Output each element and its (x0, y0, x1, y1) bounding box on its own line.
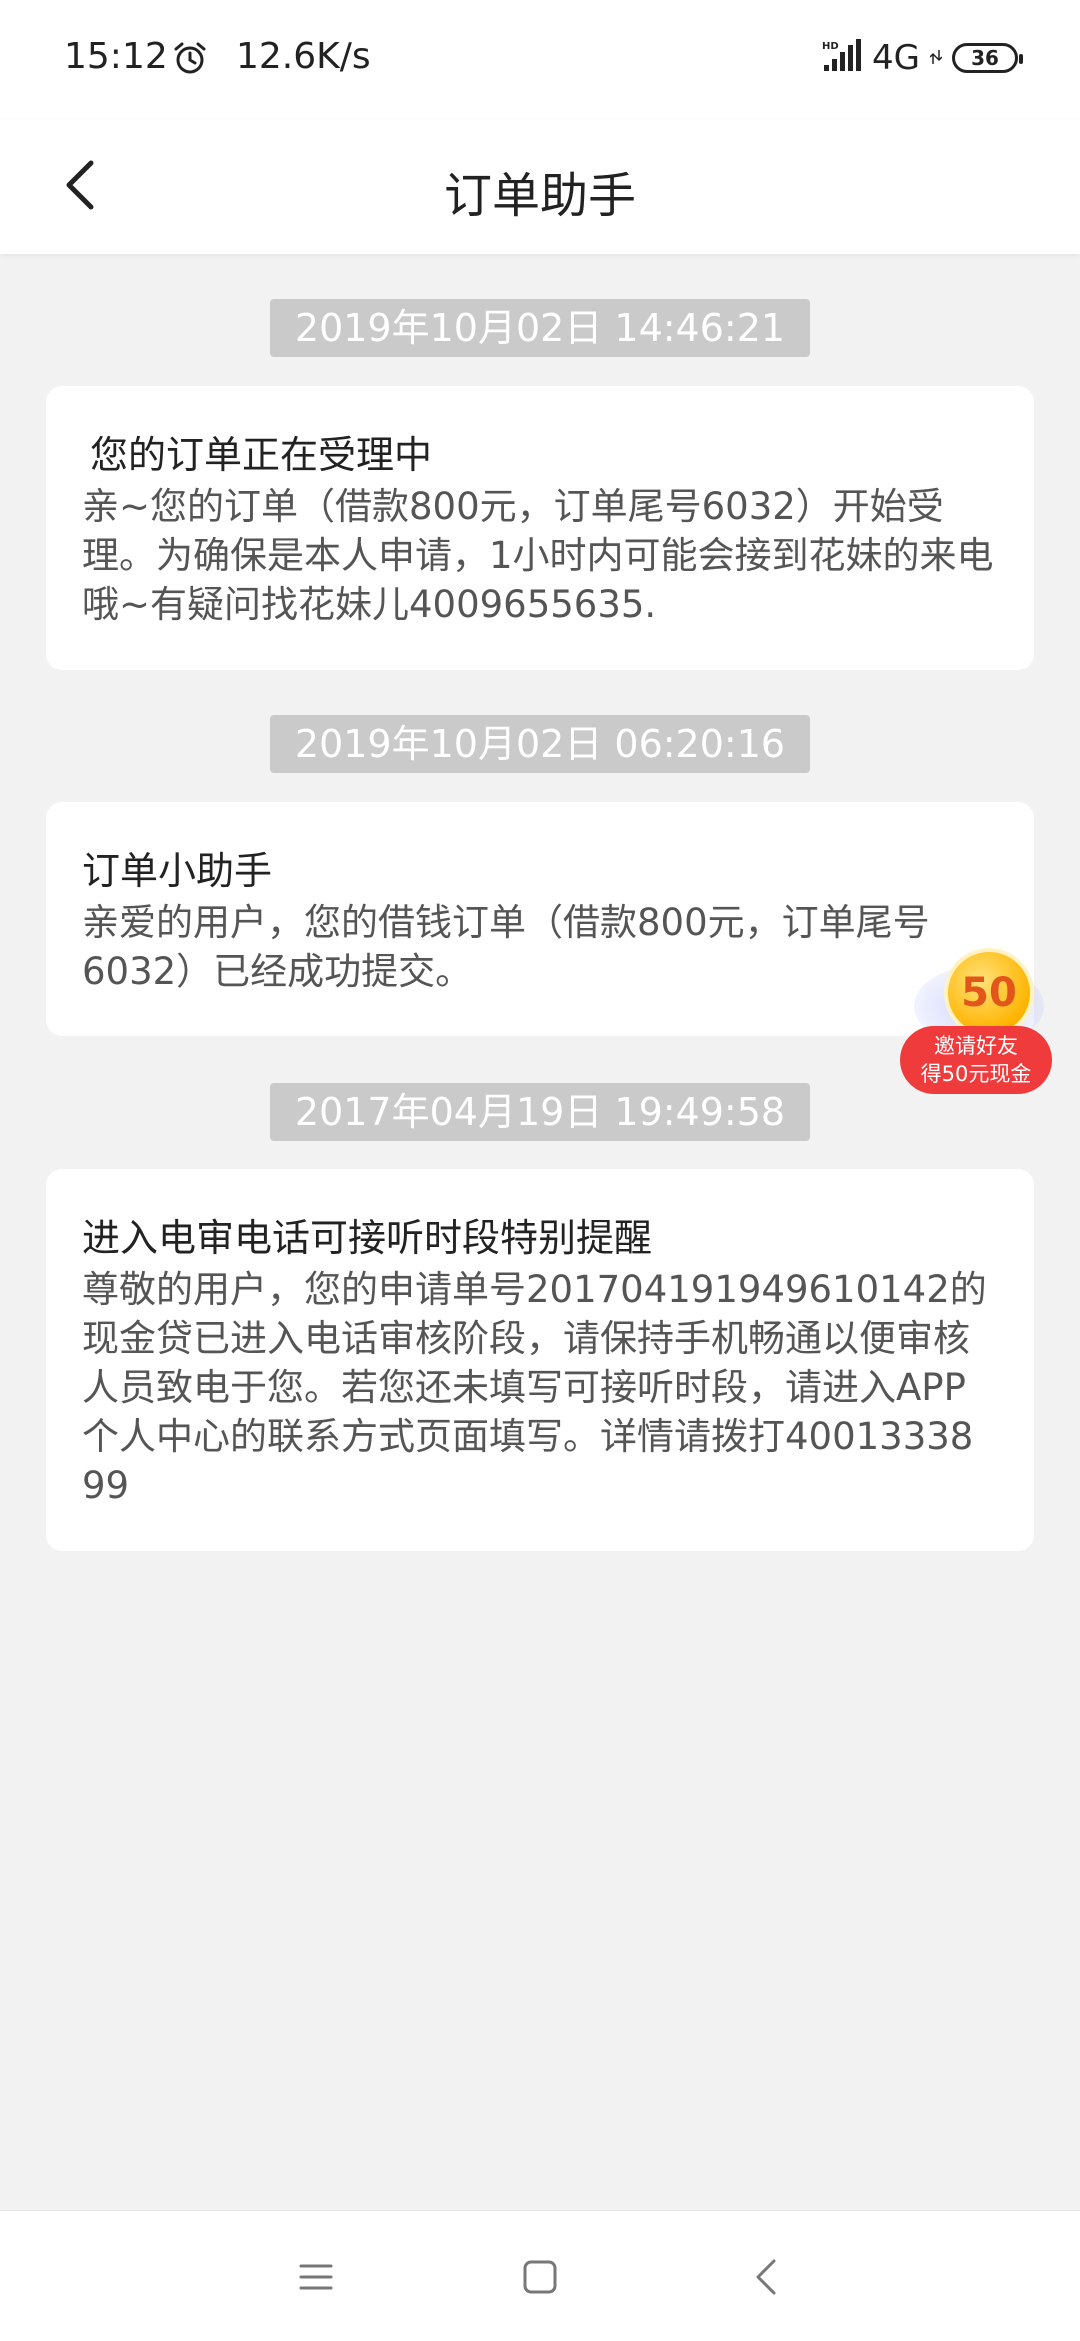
network-speed: 12.6K/s (236, 36, 371, 77)
invite-friend-badge[interactable]: 50 邀请好友 得50元现金 (900, 944, 1052, 1096)
status-time: 15:12 (64, 36, 168, 77)
svg-text:HD: HD (822, 41, 839, 52)
data-arrows-icon (929, 46, 943, 70)
status-right-group: HD 4G 36 (822, 38, 1023, 78)
invite-line-1: 邀请好友 (934, 1034, 1018, 1058)
status-bar: 15:12 12.6K/s HD 4G 36 (0, 0, 1080, 120)
coin-icon: 50 (944, 948, 1034, 1038)
home-button[interactable] (508, 2245, 572, 2309)
message-body: 尊敬的用户，您的申请单号20170419194961014​2的现金贷已进入电话… (82, 1268, 987, 1507)
message-body: 亲~您的订单（借款800元，订单尾号6032）开始受理。为确保是本人申请，1小时… (82, 485, 994, 626)
signal-icon: HD (822, 39, 862, 77)
message-card[interactable]: 您的订单正在受理中 亲~您的订单（借款800元，订单尾号6032）开始受理。为确… (46, 386, 1034, 670)
alarm-clock-icon (172, 40, 208, 76)
nav-back-icon (756, 2259, 776, 2295)
battery-icon: 36 (952, 43, 1023, 73)
menu-icon (299, 2264, 333, 2290)
message-timestamp: 2019年10月02日 14:46:21 (270, 299, 810, 357)
message-card[interactable]: 进入电审电话可接听时段特别提醒 尊敬的用户，您的申请单号201704191949… (46, 1169, 1034, 1551)
message-title: 您的订单正在受理中 (90, 433, 433, 477)
message-title: 进入电审电话可接听时段特别提醒 (82, 1216, 653, 1260)
network-type: 4G (872, 38, 920, 78)
invite-badge-label: 邀请好友 得50元现金 (900, 1026, 1052, 1094)
message-title: 订单小助手 (82, 849, 273, 893)
message-timestamp: 2017年04月19日 19:49:58 (270, 1083, 810, 1141)
message-card[interactable]: 订单小助手 亲爱的用户，您的借钱订单（借款800元，订单尾号6032）已经成功提… (46, 802, 1034, 1036)
home-square-icon (523, 2260, 557, 2294)
message-timestamp: 2019年10月02日 06:20:16 (270, 715, 810, 773)
app-header: 订单助手 (0, 120, 1080, 254)
page-title: 订单助手 (443, 168, 636, 224)
system-nav-bar (0, 2210, 1080, 2341)
message-body: 亲爱的用户，您的借钱订单（借款800元，订单尾号6032）已经成功提交。 (82, 901, 930, 993)
invite-line-2: 得50元现金 (920, 1062, 1032, 1086)
nav-back-button[interactable] (734, 2245, 798, 2309)
menu-button[interactable] (284, 2245, 348, 2309)
